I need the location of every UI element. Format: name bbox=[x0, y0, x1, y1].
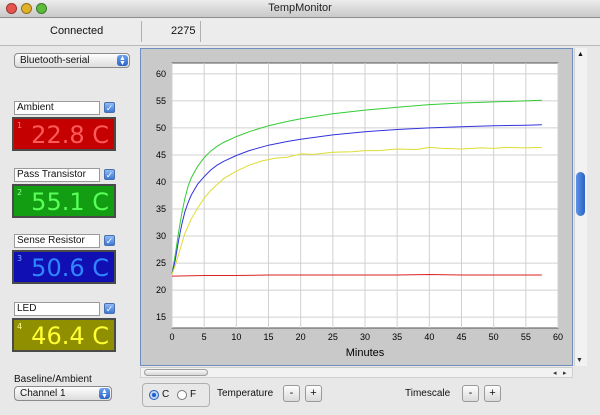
x-tick-label: 50 bbox=[489, 332, 499, 342]
sensor-label-ambient[interactable]: Ambient bbox=[14, 101, 100, 115]
timescale-minus-button[interactable]: - bbox=[462, 385, 479, 402]
sensor-readout-led: 4 46.4 C bbox=[12, 318, 116, 352]
sensor-index: 1 bbox=[17, 121, 23, 130]
timescale-plus-button[interactable]: + bbox=[484, 385, 501, 402]
scroll-down-icon[interactable]: ▼ bbox=[576, 357, 583, 364]
temperature-minus-button[interactable]: - bbox=[283, 385, 300, 402]
sensor-value: 22.8 C bbox=[31, 121, 109, 149]
celsius-radio[interactable] bbox=[149, 390, 159, 400]
sensor-readout-sense-resistor: 3 50.6 C bbox=[12, 250, 116, 284]
sensor-label-pass-transistor[interactable]: Pass Transistor bbox=[14, 168, 100, 182]
status-bar: Connected 2275 bbox=[0, 18, 600, 46]
sensor-checkbox-ambient[interactable]: ✓ bbox=[104, 102, 115, 113]
temperature-chart: 0 5 10 15 20 25 30 35 40 45 50 55 60 15 20 25 30 35 40 45 50… bbox=[141, 49, 572, 365]
temperature-label: Temperature bbox=[217, 388, 274, 399]
sensor-checkbox-sense-resistor[interactable]: ✓ bbox=[104, 235, 115, 246]
sensor-value: 55.1 C bbox=[31, 188, 109, 216]
celsius-label: C bbox=[162, 389, 170, 400]
sensor-readout-pass-transistor: 2 55.1 C bbox=[12, 184, 116, 218]
x-tick-label: 60 bbox=[553, 332, 563, 342]
scroll-left-icon[interactable]: ◂ bbox=[553, 369, 557, 377]
x-tick-label: 25 bbox=[328, 332, 338, 342]
fahrenheit-radio[interactable] bbox=[177, 390, 187, 400]
status-divider bbox=[200, 21, 201, 42]
sample-count: 2275 bbox=[171, 25, 196, 37]
horizontal-scroll-thumb[interactable] bbox=[144, 369, 208, 376]
sensor-value: 46.4 C bbox=[31, 322, 109, 350]
sensor-value: 50.6 C bbox=[31, 254, 109, 282]
scroll-up-icon[interactable]: ▲ bbox=[577, 51, 584, 58]
y-tick-label: 55 bbox=[156, 96, 166, 106]
sensor-checkbox-led[interactable]: ✓ bbox=[104, 303, 115, 314]
horizontal-scrollbar[interactable] bbox=[140, 367, 573, 378]
x-tick-label: 0 bbox=[169, 332, 174, 342]
x-tick-label: 35 bbox=[392, 332, 402, 342]
temperature-plus-button[interactable]: + bbox=[305, 385, 322, 402]
baseline-label: Baseline/Ambient bbox=[14, 374, 92, 385]
y-tick-label: 15 bbox=[156, 312, 166, 322]
sensor-index: 4 bbox=[17, 322, 23, 331]
baseline-select[interactable]: Channel 1 ▲ ▼ bbox=[14, 386, 112, 401]
y-tick-label: 30 bbox=[156, 231, 166, 241]
x-tick-label: 5 bbox=[202, 332, 207, 342]
baseline-select-value: Channel 1 bbox=[20, 388, 66, 399]
sensor-label-led[interactable]: LED bbox=[14, 302, 100, 316]
sensor-readout-ambient: 1 22.8 C bbox=[12, 117, 116, 151]
scroll-right-icon[interactable]: ▸ bbox=[563, 369, 567, 377]
vertical-scrollbar[interactable]: ▲ bbox=[574, 48, 587, 366]
connection-status: Connected bbox=[50, 25, 104, 37]
x-tick-label: 15 bbox=[263, 332, 273, 342]
x-tick-label: 30 bbox=[360, 332, 370, 342]
y-tick-label: 25 bbox=[156, 258, 166, 268]
port-select[interactable]: Bluetooth-serial ▲ ▼ bbox=[14, 53, 130, 68]
title-bar: TempMonitor bbox=[0, 0, 600, 18]
status-divider bbox=[141, 21, 142, 42]
x-tick-label: 45 bbox=[456, 332, 466, 342]
x-axis-label: Minutes bbox=[346, 347, 385, 359]
y-tick-label: 40 bbox=[156, 177, 166, 187]
updown-arrows-icon: ▲ ▼ bbox=[117, 55, 128, 67]
window-title: TempMonitor bbox=[268, 2, 332, 14]
x-tick-label: 10 bbox=[231, 332, 241, 342]
x-tick-label: 20 bbox=[296, 332, 306, 342]
x-tick-label: 40 bbox=[424, 332, 434, 342]
sensor-checkbox-pass-transistor[interactable]: ✓ bbox=[104, 169, 115, 180]
y-tick-label: 45 bbox=[156, 150, 166, 160]
unit-selector: C F bbox=[142, 383, 210, 407]
y-tick-label: 60 bbox=[156, 69, 166, 79]
timescale-label: Timescale bbox=[405, 388, 451, 399]
y-tick-label: 35 bbox=[156, 204, 166, 214]
sensor-index: 2 bbox=[17, 188, 23, 197]
vertical-scroll-thumb[interactable] bbox=[576, 172, 585, 216]
chart-panel: 0 5 10 15 20 25 30 35 40 45 50 55 60 15 20 25 30 35 40 45 50… bbox=[140, 48, 573, 366]
sensor-index: 3 bbox=[17, 254, 23, 263]
y-tick-label: 20 bbox=[156, 285, 166, 295]
port-select-value: Bluetooth-serial bbox=[20, 55, 90, 66]
fahrenheit-label: F bbox=[190, 389, 197, 400]
x-tick-label: 55 bbox=[521, 332, 531, 342]
updown-arrows-icon: ▲ ▼ bbox=[99, 388, 110, 400]
sensor-label-sense-resistor[interactable]: Sense Resistor bbox=[14, 234, 100, 248]
y-tick-label: 50 bbox=[156, 123, 166, 133]
